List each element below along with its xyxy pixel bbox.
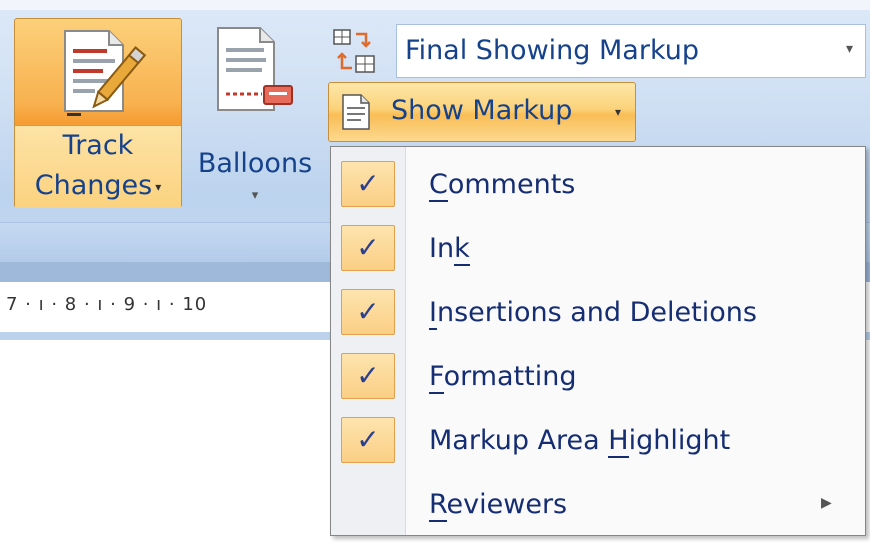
menu-item-label: Reviewers [429,489,568,522]
document-icon [342,94,370,130]
chevron-down-icon: ▾ [845,41,853,57]
checkmark-icon: ✓ [341,161,395,207]
balloons-label: Balloons [197,148,313,179]
show-markup-button[interactable]: Show Markup ▾ [328,82,636,142]
menu-item-insertions-deletions[interactable]: ✓ Insertions and Deletions [331,281,865,345]
menu-item-comments[interactable]: ✓ Comments [331,153,865,217]
accelerator-underline [608,456,629,458]
menu-item-reviewers[interactable]: Reviewers ▶ [331,473,865,537]
menu-item-label: Ink [429,233,470,266]
menu-item-label: Comments [429,169,576,202]
ribbon-top-edge [0,0,870,10]
display-for-review-select[interactable]: Final Showing Markup ▾ [396,24,866,78]
checkmark-icon: ✓ [341,417,395,463]
menu-item-formatting[interactable]: ✓ Formatting [331,345,865,409]
accelerator-underline [429,328,437,330]
menu-item-label: Formatting [429,361,577,394]
show-markup-label: Show Markup [391,95,573,126]
chevron-down-icon: ▾ [615,105,622,119]
accelerator-underline [429,200,448,202]
track-changes-button[interactable]: Track Changes ▾ [14,18,182,208]
track-changes-label-line2: Changes ▾ [15,170,181,201]
menu-item-ink[interactable]: ✓ Ink [331,217,865,281]
review-pane-icon[interactable] [330,28,378,76]
accelerator-underline [429,392,444,394]
checkmark-icon: ✓ [341,353,395,399]
menu-item-label: Markup Area Highlight [429,425,731,458]
menu-item-label: Insertions and Deletions [429,297,757,330]
track-changes-label-line2-text: Changes [34,170,153,201]
chevron-down-icon: ▾ [155,179,162,194]
menu-item-markup-area-highlight[interactable]: ✓ Markup Area Highlight [331,409,865,473]
balloons-button[interactable]: Balloons ▾ [186,18,324,208]
accelerator-underline [429,520,447,522]
display-for-review-value: Final Showing Markup [405,35,699,66]
chevron-right-icon: ▶ [821,495,832,511]
show-markup-menu: ✓ Comments ✓ Ink ✓ Insertions and Deleti… [330,146,866,536]
chevron-down-icon: ▾ [251,188,259,203]
document-balloon-icon [217,27,293,111]
accelerator-underline [454,264,470,266]
track-changes-label-line1: Track [62,130,134,161]
checkmark-icon: ✓ [341,289,395,335]
checkmark-icon: ✓ [341,225,395,271]
document-pencil-icon [64,30,147,116]
ruler-ticks: 7 · ı · 8 · ı · 9 · ı · 10 [6,294,208,315]
